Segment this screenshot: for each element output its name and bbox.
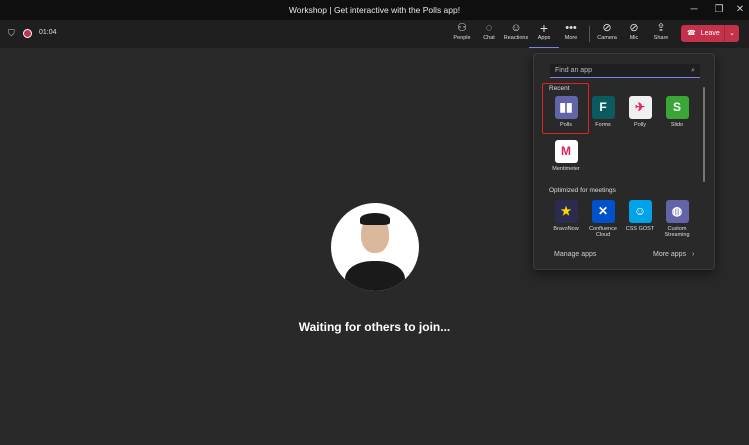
app-tile-bravonow[interactable]: ★ BravoNow xyxy=(546,200,586,232)
waiting-status: Waiting for others to join... xyxy=(298,320,451,334)
more-label: More xyxy=(564,35,578,41)
share-label: Share xyxy=(653,35,669,41)
app-tile-slido[interactable]: S Slido xyxy=(657,96,697,128)
leave-label: Leave xyxy=(700,30,720,37)
share-icon: ⇪ xyxy=(656,22,666,34)
share-button[interactable]: ⇪ Share xyxy=(646,22,676,41)
reactions-button[interactable]: ☺ Reactions xyxy=(501,22,531,41)
confluence-cloud-icon: ✕ xyxy=(591,200,615,223)
app-name: Polly xyxy=(634,122,646,128)
chat-icon: ◌ xyxy=(485,22,493,34)
reactions-label: Reactions xyxy=(503,35,529,41)
app-tile-polls[interactable]: ▮▮ Polls xyxy=(546,96,586,128)
app-name: Forms xyxy=(595,122,611,128)
scrollbar[interactable] xyxy=(703,87,705,182)
app-name: Custom Streaming xyxy=(664,226,690,238)
app-name: CSS GOST xyxy=(625,226,655,232)
app-name: Slido xyxy=(670,122,684,128)
people-label: People xyxy=(453,35,471,41)
apps-button[interactable]: + Apps xyxy=(529,20,559,48)
close-button[interactable]: ✕ xyxy=(728,0,749,20)
app-name: BravoNow xyxy=(553,226,579,232)
app-tile-polly[interactable]: ✈ Polly xyxy=(620,96,660,128)
minimize-button[interactable]: ─ xyxy=(682,0,706,20)
camera-button[interactable]: ⊘ Camera xyxy=(592,22,622,41)
app-tile-confluence-cloud[interactable]: ✕ Confluence Cloud xyxy=(583,200,623,238)
chevron-right-icon: › xyxy=(692,251,695,258)
people-button[interactable]: ⚇ People xyxy=(447,22,477,41)
meeting-timer: 01:04 xyxy=(39,29,57,36)
app-search-input[interactable]: Find an app ⌕ xyxy=(550,64,700,78)
window-title: Workshop | Get interactive with the Poll… xyxy=(288,5,461,15)
divider xyxy=(589,26,590,42)
more-button[interactable]: ••• More xyxy=(556,22,586,41)
apps-panel: Find an app ⌕ Recent ▮▮ Polls F Forms ✈ Polly S… xyxy=(533,53,715,270)
avatar xyxy=(331,203,419,291)
custom-streaming-icon: ◍ xyxy=(665,200,689,223)
people-icon: ⚇ xyxy=(457,22,467,34)
mic-off-icon: ⊘ xyxy=(629,22,639,34)
search-placeholder: Find an app xyxy=(555,67,592,74)
mic-button[interactable]: ⊘ Mic xyxy=(619,22,649,41)
app-tile-custom-streaming[interactable]: ◍ Custom Streaming xyxy=(657,200,697,238)
app-name: Mentimeter xyxy=(552,166,580,172)
leave-button[interactable]: ☎ Leave ⌄ xyxy=(681,25,739,42)
search-icon: ⌕ xyxy=(691,67,695,74)
more-apps-link[interactable]: More apps › xyxy=(653,251,694,258)
more-icon: ••• xyxy=(565,22,577,34)
app-name: Polls xyxy=(560,122,572,128)
phone-icon: ☎ xyxy=(687,30,696,37)
chevron-down-icon[interactable]: ⌄ xyxy=(724,25,739,42)
chat-button[interactable]: ◌ Chat xyxy=(474,22,504,41)
slido-icon: S xyxy=(665,96,689,119)
chat-label: Chat xyxy=(483,35,495,41)
plus-icon: + xyxy=(539,20,549,36)
apps-label: Apps xyxy=(537,35,551,41)
polls-icon: ▮▮ xyxy=(554,96,578,119)
recording-icon xyxy=(23,29,32,38)
app-tile-forms[interactable]: F Forms xyxy=(583,96,623,128)
polly-icon: ✈ xyxy=(628,96,652,119)
bravonow-icon: ★ xyxy=(554,200,578,223)
meeting-toolbar: ⛉ 01:04 ⚇ People ◌ Chat ☺ Reactions + Apps •… xyxy=(0,20,749,48)
mentimeter-icon: M xyxy=(554,140,578,163)
camera-off-icon: ⊘ xyxy=(602,22,612,34)
camera-label: Camera xyxy=(597,35,617,41)
forms-icon: F xyxy=(591,96,615,119)
shield-icon: ⛉ xyxy=(8,28,15,38)
more-apps-label: More apps xyxy=(653,251,687,258)
app-name: Confluence Cloud xyxy=(589,226,617,238)
app-tile-css-gost[interactable]: ☺ CSS GOST xyxy=(620,200,660,232)
app-tile-mentimeter[interactable]: M Mentimeter xyxy=(546,140,586,172)
manage-apps-link[interactable]: Manage apps xyxy=(554,251,596,258)
mic-label: Mic xyxy=(629,35,639,41)
css-gost-icon: ☺ xyxy=(628,200,652,223)
optimized-heading: Optimized for meetings xyxy=(549,187,616,194)
title-bar: Workshop | Get interactive with the Poll… xyxy=(0,0,749,20)
reactions-icon: ☺ xyxy=(510,22,522,34)
